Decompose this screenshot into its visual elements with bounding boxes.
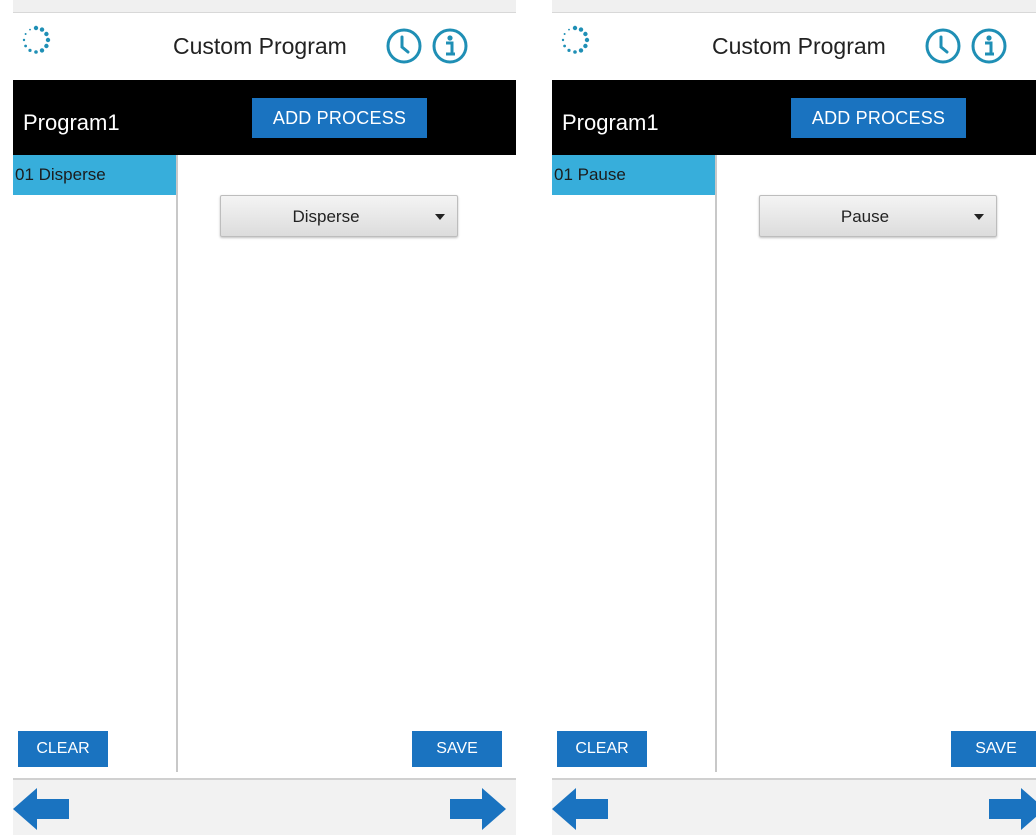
dotted-ring-logo-icon xyxy=(22,25,51,54)
clear-button[interactable]: CLEAR xyxy=(557,731,647,767)
nav-footer xyxy=(552,778,1036,835)
add-process-button[interactable]: ADD PROCESS xyxy=(252,98,427,138)
screen-left: Custom Program Program1 ADD PROCESS 01 D… xyxy=(13,0,516,835)
caret-down-icon xyxy=(974,214,984,220)
program-bar: Program1 ADD PROCESS xyxy=(552,80,1036,155)
dropdown-value: Pause xyxy=(840,207,890,226)
clear-button[interactable]: CLEAR xyxy=(18,731,108,767)
editor-area: 01 Pause Pause xyxy=(552,155,1036,772)
caret-down-icon xyxy=(435,214,445,220)
arrow-left-icon[interactable] xyxy=(13,788,69,830)
info-icon[interactable] xyxy=(970,27,1008,65)
dotted-ring-logo-icon xyxy=(561,25,590,54)
app-bar: Custom Program xyxy=(13,12,516,81)
arrow-right-icon[interactable] xyxy=(989,788,1036,830)
save-button[interactable]: SAVE xyxy=(412,731,502,767)
arrow-right-icon[interactable] xyxy=(450,788,506,830)
app-bar: Custom Program xyxy=(552,12,1036,81)
process-list-item[interactable]: 01 Disperse xyxy=(13,155,176,195)
program-name: Program1 xyxy=(562,110,659,135)
process-list: 01 Disperse xyxy=(13,155,178,772)
add-process-button[interactable]: ADD PROCESS xyxy=(791,98,966,138)
app-title: Custom Program xyxy=(712,33,886,59)
app-title: Custom Program xyxy=(173,33,347,59)
program-name: Program1 xyxy=(23,110,120,135)
info-icon[interactable] xyxy=(431,27,469,65)
process-type-dropdown[interactable]: Pause xyxy=(759,195,997,237)
editor-area: 01 Disperse Disperse xyxy=(13,155,516,772)
process-list-item[interactable]: 01 Pause xyxy=(552,155,715,195)
clock-icon[interactable] xyxy=(385,27,423,65)
status-strip xyxy=(552,0,1036,12)
process-type-dropdown[interactable]: Disperse xyxy=(220,195,458,237)
status-strip xyxy=(13,0,516,12)
process-list: 01 Pause xyxy=(552,155,717,772)
nav-footer xyxy=(13,778,516,835)
clock-icon[interactable] xyxy=(924,27,962,65)
program-bar: Program1 ADD PROCESS xyxy=(13,80,516,155)
arrow-left-icon[interactable] xyxy=(552,788,608,830)
screen-right: Custom Program Program1 ADD PROCESS 01 P… xyxy=(552,0,1036,835)
save-button[interactable]: SAVE xyxy=(951,731,1036,767)
dropdown-value: Disperse xyxy=(292,207,360,226)
